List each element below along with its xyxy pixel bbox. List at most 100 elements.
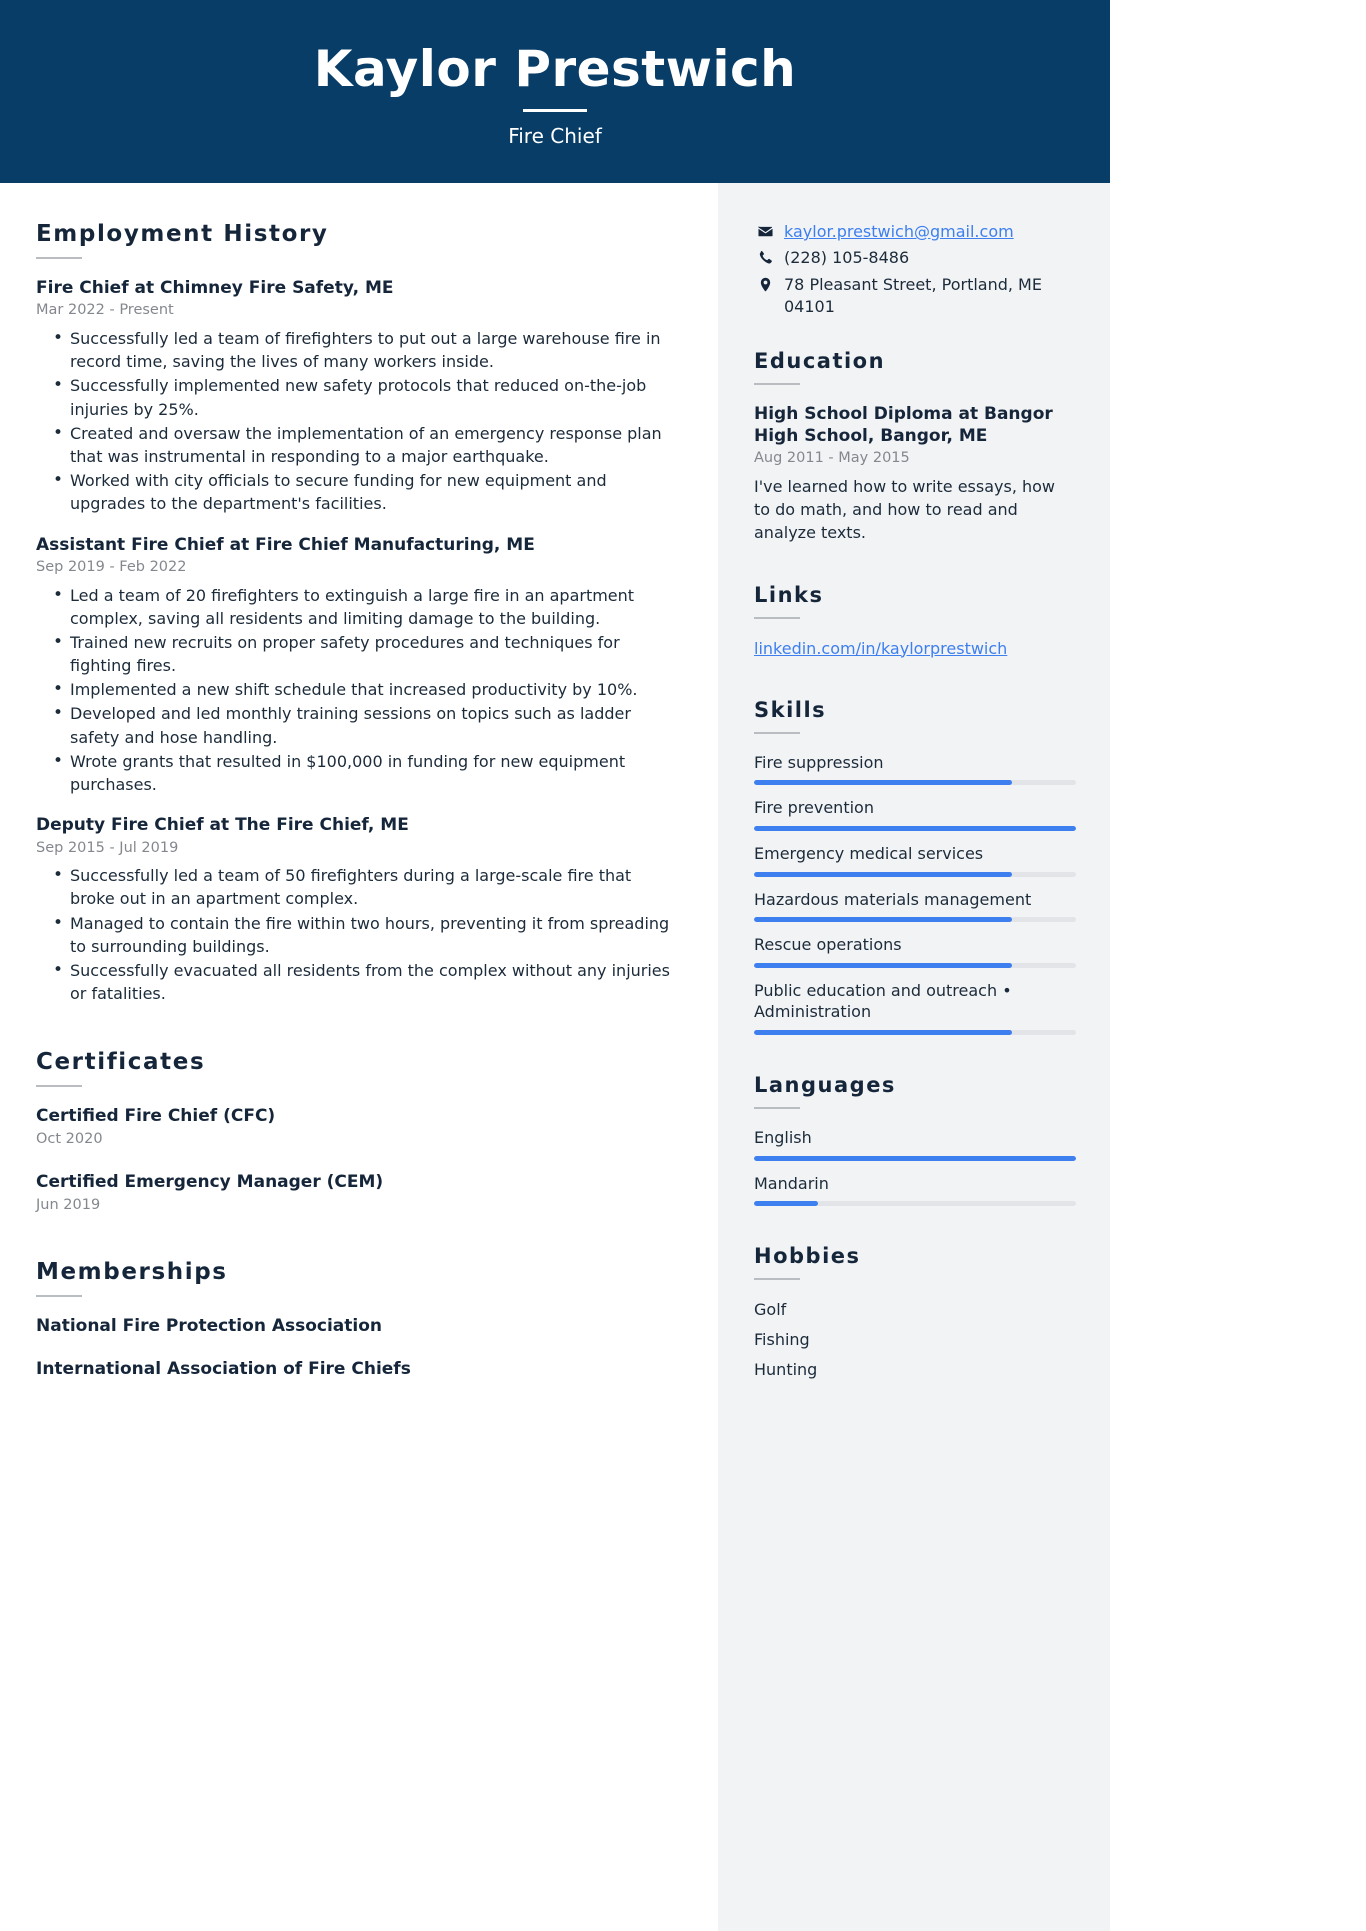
language-level-track <box>754 1155 1076 1161</box>
employment-entry: Fire Chief at Chimney Fire Safety, ME Mar… <box>36 277 678 516</box>
contact-row[interactable]: kaylor.prestwich@gmail.com <box>754 221 1076 243</box>
education-entry: High School Diploma at Bangor High Schoo… <box>754 403 1076 545</box>
section-heading: Hobbies <box>754 1244 861 1269</box>
skill-level-fill <box>754 780 1012 786</box>
contact-value: 78 Pleasant Street, Portland, ME 04101 <box>784 274 1042 317</box>
employment-entry-date: Sep 2019 - Feb 2022 <box>36 558 187 575</box>
employment-bullet-list: Successfully led a team of firefighters … <box>36 326 678 516</box>
hobby-list: Golf Fishing Hunting <box>754 1298 1076 1382</box>
resume-body: Employment History Fire Chief at Chimney… <box>0 183 1110 1931</box>
employment-bullet: Created and oversaw the implementation o… <box>53 421 678 468</box>
skill-list: Fire suppression Fire prevention Emergency… <box>754 752 1076 1035</box>
section-hobbies: Hobbies Golf Fishing Hunting <box>754 1244 1076 1382</box>
skill-label: Public education and outreach • Administ… <box>754 980 1012 1022</box>
language-level-fill <box>754 1155 1076 1161</box>
hobby-item: Fishing <box>754 1330 810 1350</box>
section-heading: Languages <box>754 1072 896 1097</box>
section-divider <box>754 616 800 619</box>
candidate-job-title: Fire Chief <box>508 124 602 149</box>
section-employment-history: Employment History Fire Chief at Chimney… <box>36 221 678 1005</box>
section-heading: Skills <box>754 697 827 722</box>
skill-item: Emergency medical services <box>754 843 1076 877</box>
contact-value[interactable]: kaylor.prestwich@gmail.com <box>784 221 1076 243</box>
section-divider <box>754 382 800 385</box>
employment-bullet: Led a team of 20 firefighters to extingu… <box>53 582 678 630</box>
language-level-fill <box>754 1201 819 1207</box>
section-divider <box>754 1278 800 1281</box>
candidate-name: Kaylor Prestwich <box>313 39 797 98</box>
education-entry-title: High School Diploma at Bangor High Schoo… <box>754 403 1053 446</box>
language-item: Mandarin <box>754 1173 1076 1207</box>
certificate-date: Jun 2019 <box>36 1196 101 1213</box>
skill-level-track <box>754 962 1076 968</box>
certificate-title: Certified Fire Chief (CFC) <box>36 1106 276 1127</box>
skill-label: Hazardous materials management <box>754 889 1032 909</box>
membership-title: International Association of Fire Chiefs <box>36 1358 411 1379</box>
employment-bullet: Successfully implemented new safety prot… <box>53 373 678 420</box>
membership-title: National Fire Protection Association <box>36 1316 383 1337</box>
employment-bullet: Managed to contain the fire within two h… <box>53 911 678 958</box>
employment-entry-date: Mar 2022 - Present <box>36 302 174 319</box>
resume-header: Kaylor Prestwich Fire Chief <box>0 0 1110 183</box>
section-divider <box>36 1295 82 1298</box>
skill-level-track <box>754 825 1076 831</box>
skill-level-track <box>754 1029 1076 1035</box>
skill-label: Rescue operations <box>754 935 902 955</box>
contact-value: (228) 105-8486 <box>784 248 910 268</box>
skill-level-fill <box>754 1029 1012 1035</box>
certificate-title: Certified Emergency Manager (CEM) <box>36 1172 384 1193</box>
employment-bullet-list: Successfully led a team of 50 firefighte… <box>36 863 678 1005</box>
contact-row: 78 Pleasant Street, Portland, ME 04101 <box>754 274 1076 319</box>
section-languages: Languages English Mandarin <box>754 1072 1076 1207</box>
map-pin-icon <box>754 274 776 292</box>
skill-label: Fire prevention <box>754 798 874 818</box>
section-skills: Skills Fire suppression Fire prevention Em… <box>754 698 1076 1035</box>
section-heading: Certificates <box>36 1049 206 1076</box>
section-heading: Employment History <box>36 221 329 247</box>
resume-document: Kaylor Prestwich Fire Chief Employment H… <box>0 0 1110 1931</box>
membership-entry: National Fire Protection Association <box>36 1315 678 1337</box>
employment-bullet: Developed and led monthly training sessi… <box>53 701 678 748</box>
skill-item: Hazardous materials management <box>754 889 1076 923</box>
skill-level-fill <box>754 917 1012 923</box>
education-entry-list: High School Diploma at Bangor High Schoo… <box>754 403 1076 545</box>
employment-bullet-list: Led a team of 20 firefighters to extingu… <box>36 582 678 797</box>
skill-level-track <box>754 780 1076 786</box>
employment-entry-list: Fire Chief at Chimney Fire Safety, ME Mar… <box>36 277 678 1005</box>
skill-level-track <box>754 871 1076 877</box>
language-label: English <box>754 1127 812 1147</box>
link-list: linkedin.com/in/kaylorprestwich <box>754 637 1076 660</box>
skill-item: Fire suppression <box>754 752 1076 786</box>
employment-entry-title: Assistant Fire Chief at Fire Chief Manuf… <box>36 534 535 555</box>
section-heading: Education <box>754 348 886 373</box>
profile-link[interactable]: linkedin.com/in/kaylorprestwich <box>754 637 1076 660</box>
membership-entry-list: National Fire Protection Association Inte… <box>36 1315 678 1380</box>
skill-item: Rescue operations <box>754 934 1076 968</box>
language-list: English Mandarin <box>754 1127 1076 1207</box>
education-entry-date: Aug 2011 - May 2015 <box>754 450 910 467</box>
contact-row: (228) 105-8486 <box>754 247 1076 269</box>
employment-bullet: Trained new recruits on proper safety pr… <box>53 630 678 677</box>
language-label: Mandarin <box>754 1173 829 1193</box>
section-heading: Links <box>754 582 824 607</box>
email-link[interactable]: kaylor.prestwich@gmail.com <box>784 222 1014 241</box>
employment-entry: Assistant Fire Chief at Fire Chief Manuf… <box>36 534 678 797</box>
skill-level-fill <box>754 825 1076 831</box>
education-entry-description: I've learned how to write essays, how to… <box>754 477 1056 543</box>
employment-entry-date: Sep 2015 - Jul 2019 <box>36 839 179 856</box>
hobby-item: Hunting <box>754 1360 818 1380</box>
phone-icon <box>754 247 776 265</box>
section-links: Links linkedin.com/in/kaylorprestwich <box>754 583 1076 660</box>
membership-entry: International Association of Fire Chiefs <box>36 1358 678 1380</box>
section-divider <box>36 1085 82 1088</box>
language-item: English <box>754 1127 1076 1161</box>
section-education: Education High School Diploma at Bangor … <box>754 349 1076 545</box>
section-divider <box>754 1106 800 1109</box>
employment-entry: Deputy Fire Chief at The Fire Chief, ME S… <box>36 814 678 1005</box>
section-memberships: Memberships National Fire Protection Ass… <box>36 1259 678 1380</box>
certificate-date: Oct 2020 <box>36 1130 103 1147</box>
employment-bullet: Implemented a new shift schedule that in… <box>53 677 678 702</box>
hobby-item: Golf <box>754 1300 787 1320</box>
section-certificates: Certificates Certified Fire Chief (CFC) O… <box>36 1049 678 1215</box>
employment-bullet: Successfully led a team of 50 firefighte… <box>53 863 678 910</box>
